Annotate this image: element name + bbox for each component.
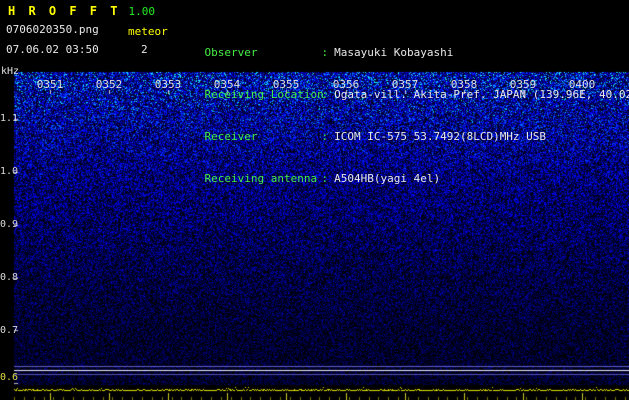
x-tick-label-0352: 0352 — [95, 78, 123, 91]
info-row-receiver: Receiver: ICOM IC-575 53.7492(8LCD)MHz US… — [178, 116, 629, 143]
info-label: Observer — [204, 46, 258, 59]
info-value: Masayuki Kobayashi — [334, 46, 454, 59]
app-title-row: H R O F F T 1.00 — [8, 4, 155, 18]
info-row-antenna: Receiving antenna: A504HB(yagi 4el) — [178, 158, 629, 185]
x-tick-label-0400: 0400 — [568, 78, 596, 91]
output-filename: 0706020350.png — [6, 23, 99, 36]
y-tick-label-0_8: 0.8 — [0, 272, 19, 283]
x-tick-label-0353: 0353 — [154, 78, 182, 91]
info-label: Receiver — [204, 130, 258, 143]
header-info: Observer: Masayuki Kobayashi Receiving Lo… — [178, 4, 629, 186]
x-tick-label-0356: 0356 — [332, 78, 360, 91]
x-tick-label-0354: 0354 — [213, 78, 241, 91]
y-axis-unit: kHz — [1, 66, 20, 77]
mode-label: meteor — [128, 25, 168, 38]
x-tick-label-0355: 0355 — [272, 78, 300, 91]
y-tick-label-0_6: 0.6 — [0, 372, 19, 383]
x-tick-label-0351: 0351 — [36, 78, 64, 91]
info-separator: : — [321, 172, 329, 185]
app-title: H R O F F T — [8, 4, 121, 18]
info-row-observer: Observer: Masayuki Kobayashi — [178, 32, 629, 59]
info-separator: : — [321, 88, 329, 101]
y-tick-label-0_9: 0.9 — [0, 219, 19, 230]
x-tick-label-0359: 0359 — [509, 78, 537, 91]
info-separator: : — [321, 46, 329, 59]
x-tick-label-0358: 0358 — [450, 78, 478, 91]
y-tick-label-0_7: 0.7 — [0, 325, 19, 336]
x-tick-label-0357: 0357 — [391, 78, 419, 91]
observation-timestamp: 07.06.02 03:50 — [6, 43, 99, 56]
info-value: A504HB(yagi 4el) — [334, 172, 441, 185]
y-tick-label-1_1: 1.1 — [0, 113, 19, 124]
y-tick-label-1_0: 1.0 — [0, 166, 19, 177]
info-separator: : — [321, 130, 329, 143]
meteor-count-value: 2 — [141, 43, 148, 56]
info-label: Receiving antenna — [204, 172, 318, 185]
app-version: 1.00 — [128, 5, 155, 18]
info-value: ICOM IC-575 53.7492(8LCD)MHz USB — [334, 130, 547, 143]
